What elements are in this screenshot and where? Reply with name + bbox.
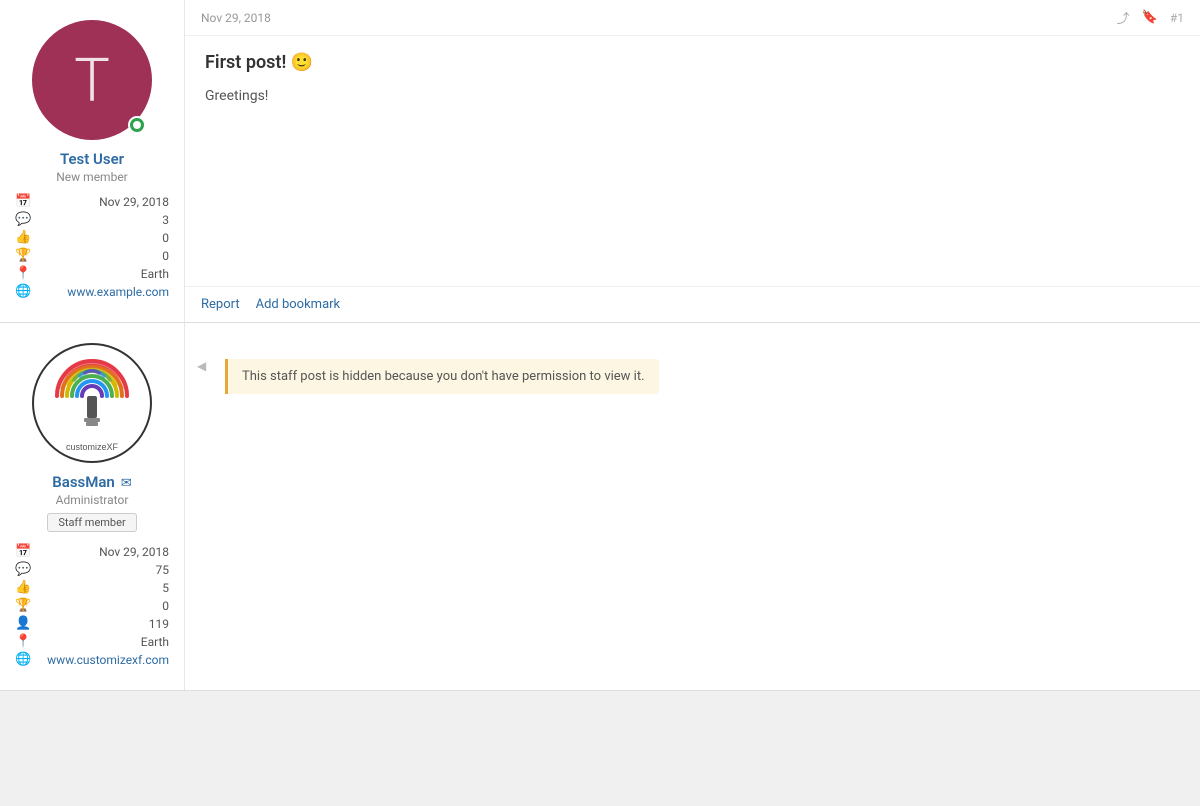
trophies-icon-2: 🏆 (15, 598, 31, 613)
likes-icon: 👍 (15, 230, 31, 245)
following-icon-2: 👤 (15, 616, 31, 631)
user-stats: 📅 Nov 29, 2018 💬 3 👍 0 🏆 0 📍 Eart (15, 194, 169, 302)
calendar-icon: 📅 (15, 194, 31, 209)
share-icon[interactable]: ⤴ (1117, 8, 1130, 27)
avatar-wrapper-2: customizeXF (32, 343, 152, 463)
user-stats-2: 📅 Nov 29, 2018 💬 75 👍 5 🏆 0 👤 119 (15, 544, 169, 670)
avatar-wrapper: T (32, 20, 152, 140)
post-row-2: customizeXF BassMan ✉ Administrator Staf… (0, 323, 1200, 691)
post-timestamp: Nov 29, 2018 (201, 11, 271, 25)
avatar-2: customizeXF (32, 343, 152, 463)
user-title: New member (56, 170, 128, 184)
stat-likes-2: 👍 5 (15, 580, 169, 595)
trophies-icon: 🏆 (15, 248, 31, 263)
post-content: First post! 🙂 Greetings! (185, 36, 1200, 286)
following-value-2: 119 (37, 617, 169, 631)
username[interactable]: Test User (60, 150, 124, 168)
website-link[interactable]: www.example.com (37, 285, 169, 299)
post-body: Greetings! (205, 85, 1180, 107)
messages-value: 3 (37, 213, 169, 227)
stat-trophies-2: 🏆 0 (15, 598, 169, 613)
stat-joined-2: 📅 Nov 29, 2018 (15, 544, 169, 559)
post-row: T Test User New member 📅 Nov 29, 2018 💬 … (0, 0, 1200, 323)
likes-value: 0 (37, 231, 169, 245)
customizexf-logo: customizeXF (42, 348, 142, 458)
location-icon-2: 📍 (15, 634, 31, 649)
hidden-post-notice: This staff post is hidden because you do… (225, 359, 659, 394)
location-icon: 📍 (15, 266, 31, 281)
stat-trophies: 🏆 0 (15, 248, 169, 263)
staff-badge: Staff member (47, 513, 136, 532)
online-badge (128, 116, 146, 134)
messages-value-2: 75 (37, 563, 169, 577)
stat-location-2: 📍 Earth (15, 634, 169, 649)
stat-website-2: 🌐 www.customizexf.com (15, 652, 169, 667)
website-link-2[interactable]: www.customizexf.com (37, 653, 169, 667)
stat-messages: 💬 3 (15, 212, 169, 227)
stat-location: 📍 Earth (15, 266, 169, 281)
message-icon[interactable]: ✉ (121, 476, 132, 491)
user-title-2: Administrator (56, 493, 129, 507)
post-main-2: ◀ This staff post is hidden because you … (185, 323, 1200, 690)
post-header: Nov 29, 2018 ⤴ 🔖 #1 (185, 0, 1200, 36)
post-header-actions: ⤴ 🔖 #1 (1117, 8, 1184, 27)
messages-icon: 💬 (15, 212, 31, 227)
location-value-2: Earth (37, 635, 169, 649)
post-sidebar: T Test User New member 📅 Nov 29, 2018 💬 … (0, 0, 185, 322)
trophies-value-2: 0 (37, 599, 169, 613)
post-number: #1 (1170, 11, 1184, 25)
calendar-icon-2: 📅 (15, 544, 31, 559)
post-sidebar-2: customizeXF BassMan ✉ Administrator Staf… (0, 323, 185, 690)
bookmark-link[interactable]: Add bookmark (256, 297, 341, 312)
stat-following-2: 👤 119 (15, 616, 169, 631)
website-icon: 🌐 (15, 284, 31, 299)
post-list: T Test User New member 📅 Nov 29, 2018 💬 … (0, 0, 1200, 691)
joined-value: Nov 29, 2018 (37, 195, 169, 209)
trophies-value: 0 (37, 249, 169, 263)
username-row-2: BassMan ✉ (52, 473, 131, 493)
joined-value-2: Nov 29, 2018 (37, 545, 169, 559)
post-main: Nov 29, 2018 ⤴ 🔖 #1 First post! 🙂 Greeti… (185, 0, 1200, 322)
collapse-arrow[interactable]: ◀ (193, 359, 209, 373)
stat-messages-2: 💬 75 (15, 562, 169, 577)
location-value: Earth (37, 267, 169, 281)
report-link[interactable]: Report (201, 297, 240, 312)
post-title: First post! 🙂 (205, 52, 1180, 73)
stat-joined: 📅 Nov 29, 2018 (15, 194, 169, 209)
likes-icon-2: 👍 (15, 580, 31, 595)
bookmark-icon[interactable]: 🔖 (1142, 10, 1158, 25)
stat-website: 🌐 www.example.com (15, 284, 169, 299)
post-footer: Report Add bookmark (185, 286, 1200, 322)
likes-value-2: 5 (37, 581, 169, 595)
username-2[interactable]: BassMan (52, 473, 115, 491)
svg-text:customizeXF: customizeXF (66, 442, 119, 452)
messages-icon-2: 💬 (15, 562, 31, 577)
website-icon-2: 🌐 (15, 652, 31, 667)
stat-likes: 👍 0 (15, 230, 169, 245)
